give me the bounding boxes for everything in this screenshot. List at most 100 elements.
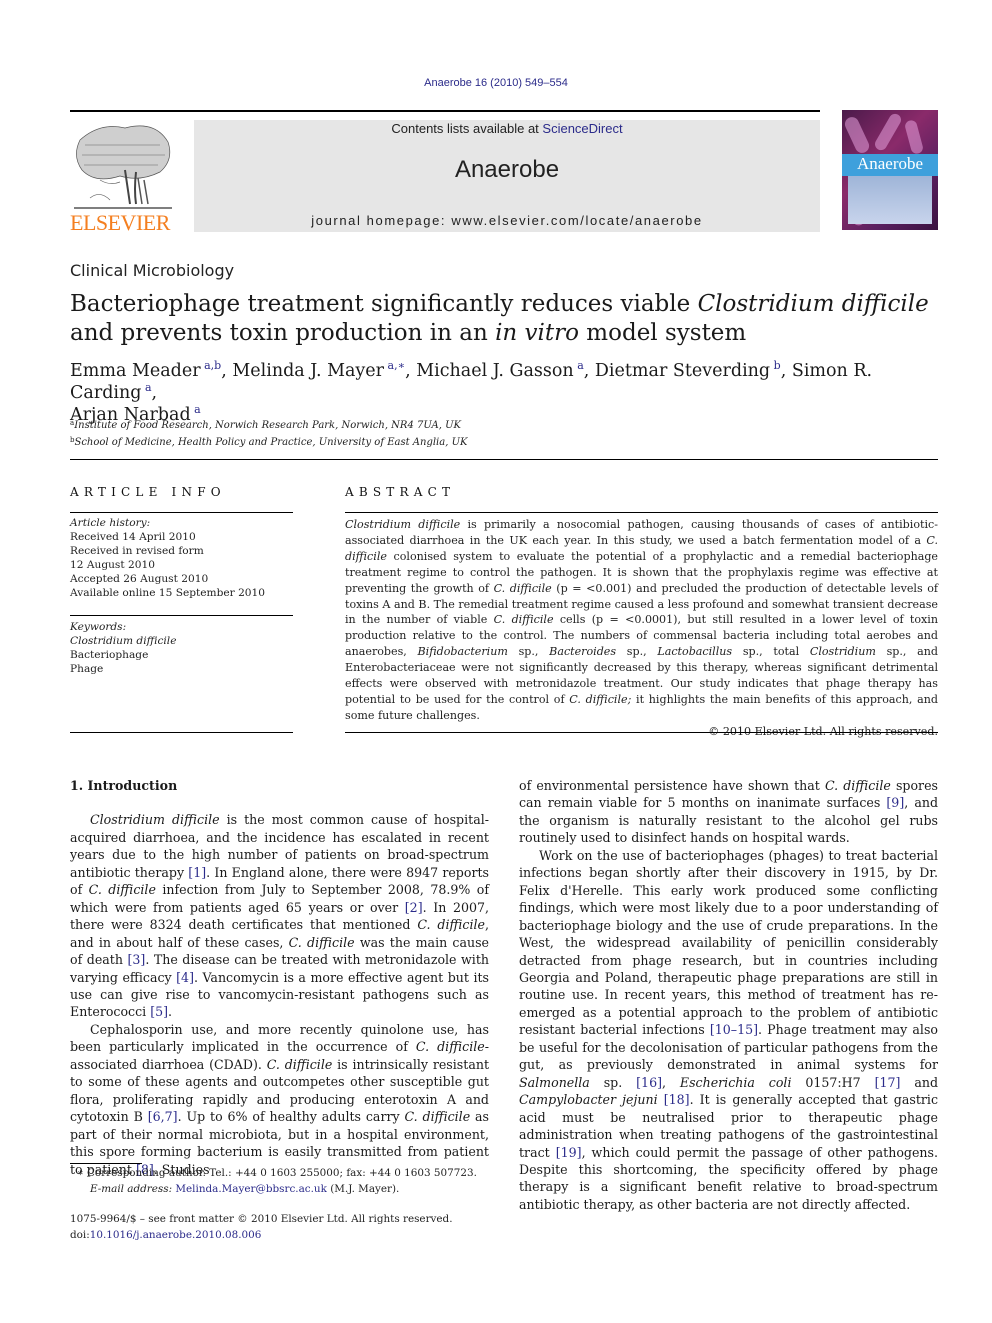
title-block-rule [70, 459, 938, 460]
journal-citation[interactable]: Anaerobe 16 (2010) 549–554 [0, 77, 992, 89]
author-affiliation-marker[interactable]: a [194, 403, 201, 416]
species-name: Bacteroides [549, 645, 617, 659]
reference-link[interactable]: [18] [664, 1092, 690, 1107]
body-column-right: of environmental persistence have shown … [519, 777, 938, 1213]
species-name: Clostridium [809, 645, 876, 659]
reference-link[interactable]: [19] [556, 1145, 582, 1160]
author[interactable]: Michael J. Gasson a [416, 360, 584, 381]
abstract-body: Clostridium difficile is primarily a nos… [345, 517, 938, 740]
author[interactable]: Dietmar Steverding b [594, 359, 781, 381]
cover-micrograph [848, 176, 932, 224]
author-separator: , [151, 383, 158, 403]
text: , [662, 1074, 680, 1090]
title-italic: in vitro [495, 320, 579, 346]
species-name: C. difficile [493, 581, 552, 595]
text: of environmental persistence have shown … [519, 778, 825, 793]
contents-prefix: Contents lists available at [391, 121, 543, 136]
text: sp. [589, 1074, 637, 1090]
species-name: C. difficile [493, 613, 554, 627]
sciencedirect-link[interactable]: ScienceDirect [542, 121, 622, 136]
text: . [168, 1004, 173, 1020]
text: , which could permit the passage of othe… [519, 1144, 938, 1212]
reference-link[interactable]: [4] [176, 970, 194, 985]
cover-title: Anaerobe [856, 154, 924, 173]
history-item: Accepted 26 August 2010 [70, 573, 209, 585]
keywords: Keywords: Clostridium difficile Bacterio… [70, 620, 176, 676]
reference-link[interactable]: [5] [150, 1004, 168, 1019]
text: Work on the use of bacteriophages (phage… [519, 847, 938, 1038]
reference-link[interactable]: [6,7] [148, 1109, 178, 1124]
keywords-label: Keywords: [70, 621, 127, 633]
species-name: C. difficile; [569, 692, 632, 706]
species-name: C. difficile [404, 1109, 471, 1125]
section-heading-introduction: 1. Introduction [70, 778, 178, 793]
reference-link[interactable]: [17] [875, 1075, 901, 1090]
elsevier-wordmark: ELSEVIER [70, 210, 170, 235]
front-matter: 1075-9964/$ – see front matter © 2010 El… [70, 1212, 453, 1243]
cover-bacterium-shape [903, 119, 925, 155]
species-name: C. difficile [88, 882, 156, 898]
affiliation-text: School of Medicine, Health Policy and Pr… [74, 437, 468, 448]
abstract-heading: ABSTRACT [345, 485, 456, 499]
author-name: Emma Meader [70, 361, 201, 381]
species-name: Clostridium difficile [345, 518, 461, 531]
homepage-label: journal homepage: [311, 213, 452, 228]
species-name: Clostridium difficile [90, 812, 220, 828]
reference-link[interactable]: [2] [405, 900, 423, 915]
cover-bacterium-shape [842, 114, 872, 156]
species-name: C. difficile [824, 778, 891, 793]
author-name: Michael J. Gasson [416, 361, 574, 381]
article-info-heading: ARTICLE INFO [70, 485, 226, 499]
divider [345, 512, 938, 513]
history-item: 12 August 2010 [70, 559, 155, 571]
header-rule [70, 110, 820, 112]
author[interactable]: Emma Meader a,b [70, 359, 221, 381]
author-affiliation-marker[interactable]: b [774, 359, 781, 372]
history-label: Article history: [70, 517, 151, 529]
email-link[interactable]: Melinda.Mayer@bbsrc.ac.uk [175, 1183, 327, 1195]
journal-cover-image[interactable]: Anaerobe [842, 110, 938, 230]
paragraph-continued: of environmental persistence have shown … [519, 777, 938, 847]
title-text: Bacteriophage treatment significantly re… [70, 291, 698, 317]
cover-bacterium-shape [872, 111, 904, 153]
title-text: and prevents toxin production in an [70, 320, 496, 346]
issn-line: 1075-9964/$ – see front matter © 2010 El… [70, 1213, 453, 1225]
email-label: E-mail address: [90, 1182, 173, 1195]
paper-title: Bacteriophage treatment significantly re… [70, 290, 930, 348]
footnote-marker: ∗ [76, 1167, 84, 1179]
keyword: Bacteriophage [70, 649, 149, 661]
doi-label: doi: [70, 1228, 90, 1241]
reference-link[interactable]: [1] [188, 865, 206, 880]
species-name: Campylobacter jejuni [519, 1092, 658, 1108]
author[interactable]: Melinda J. Mayer a,∗ [232, 359, 406, 381]
homepage-link[interactable]: www.elsevier.com/locate/anaerobe [451, 213, 702, 228]
affiliation-text: Institute of Food Research, Norwich Rese… [74, 420, 461, 431]
species-name: C. difficile [288, 934, 355, 950]
author-separator: , [583, 361, 595, 381]
author-separator: , [780, 361, 792, 381]
divider [345, 732, 938, 733]
abstract-text: sp., [616, 645, 658, 659]
title-italic: Clostridium difficile [697, 291, 929, 317]
reference-link[interactable]: [9] [886, 795, 904, 810]
author-separator: , [221, 361, 233, 381]
reference-link[interactable]: [16] [636, 1075, 662, 1090]
history-item: Available online 15 September 2010 [70, 587, 266, 599]
species-name: C. difficile [266, 1056, 333, 1072]
footnote-rule [70, 1163, 142, 1164]
affiliation: aInstitute of Food Research, Norwich Res… [70, 416, 467, 433]
doi-link[interactable]: 10.1016/j.anaerobe.2010.08.006 [90, 1229, 262, 1241]
author-name: Dietmar Steverding [594, 361, 771, 381]
species-name: C. difficile [415, 1039, 485, 1055]
author-affiliation-marker[interactable]: a,b [204, 359, 221, 372]
section-label: Clinical Microbiology [70, 261, 235, 280]
abstract-text: sp., [507, 645, 550, 659]
species-name: Bifidobacterium [417, 645, 508, 659]
reference-link[interactable]: [10–15] [710, 1022, 758, 1037]
divider [70, 732, 293, 733]
author-separator: , [405, 361, 417, 381]
author-name: Melinda J. Mayer [232, 361, 385, 381]
reference-link[interactable]: [3] [127, 952, 145, 967]
author-affiliation-marker[interactable]: a,∗ [388, 359, 406, 372]
text: . Up to 6% of healthy adults carry [177, 1109, 405, 1125]
